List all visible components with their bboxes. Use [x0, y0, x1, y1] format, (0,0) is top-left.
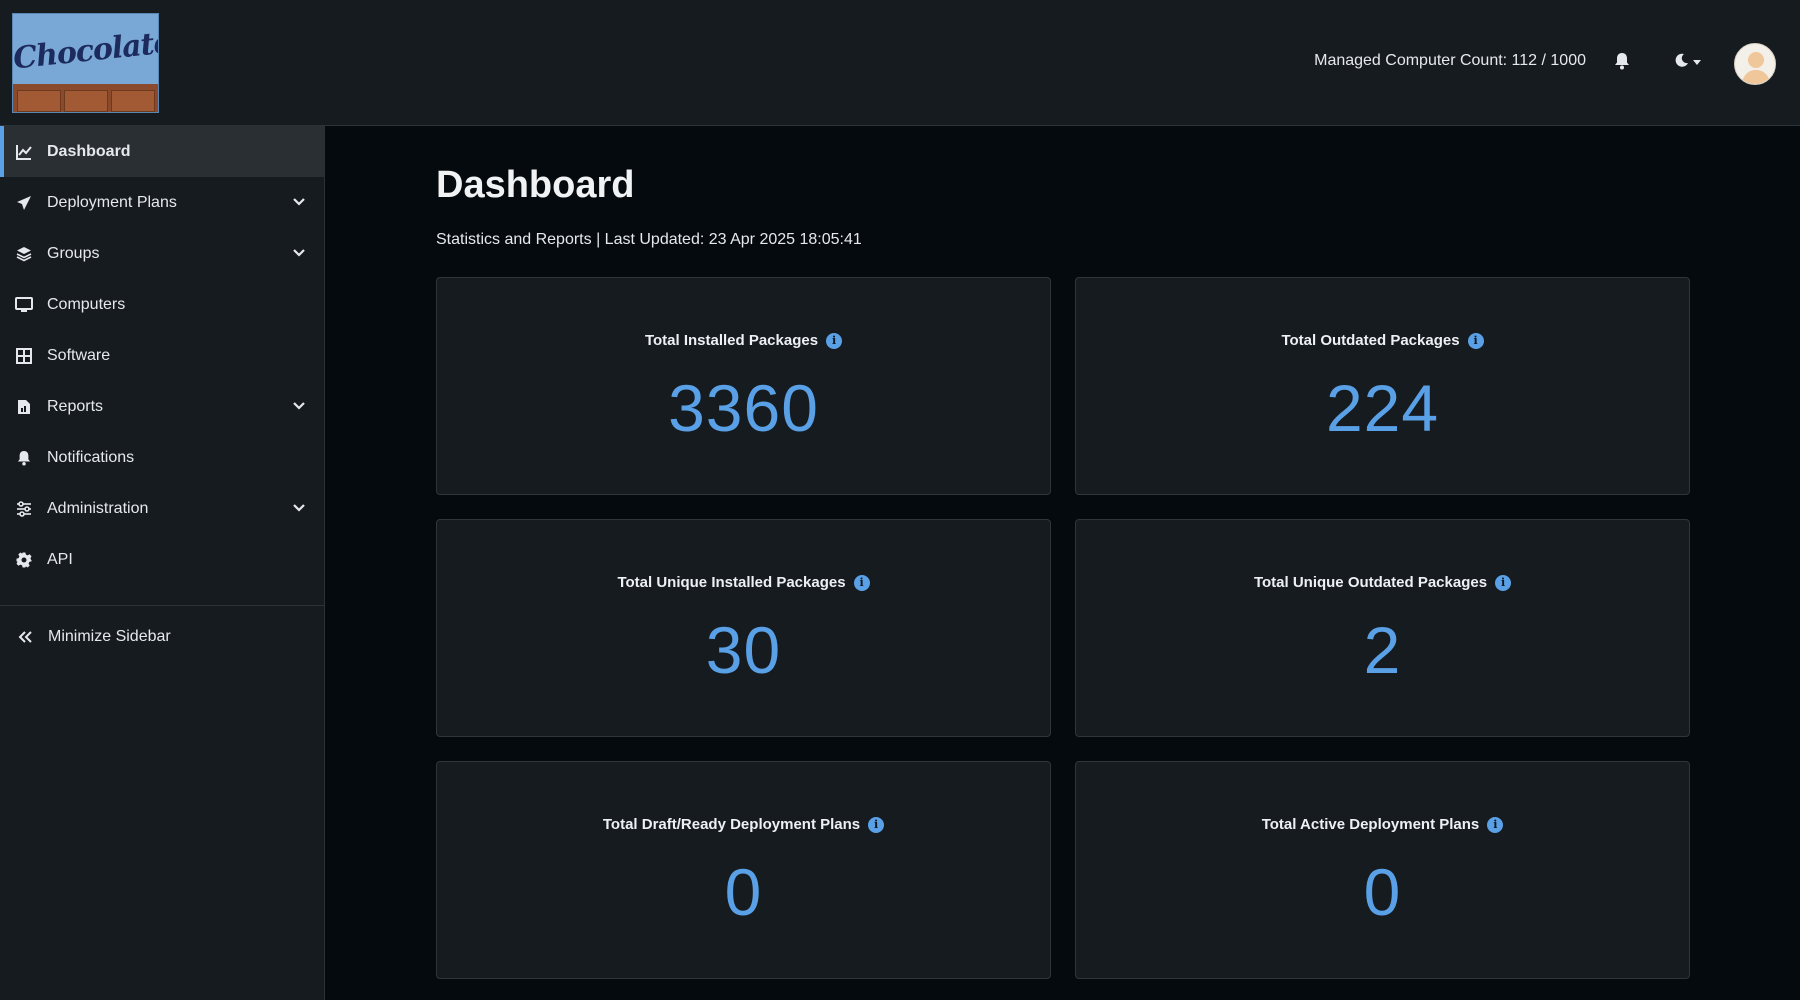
- chevron-down-icon[interactable]: [292, 195, 306, 209]
- sidebar-item-label: Notifications: [47, 448, 135, 466]
- info-icon[interactable]: i: [868, 816, 885, 833]
- moon-icon: [1675, 53, 1689, 72]
- paper-plane-icon: [15, 194, 33, 212]
- info-icon[interactable]: i: [853, 574, 870, 591]
- sidebar-item-label: Groups: [47, 244, 100, 262]
- stat-card-label: Total Unique Installed Packages i: [437, 574, 1050, 591]
- stat-card-total-unique-installed-packages: Total Unique Installed Packages i 30: [436, 519, 1051, 737]
- notifications-bell-icon[interactable]: [1614, 52, 1632, 72]
- sidebar-item-label: Deployment Plans: [47, 193, 177, 211]
- sidebar-item-administration[interactable]: Administration: [0, 483, 324, 534]
- chevron-down-icon[interactable]: [292, 399, 306, 413]
- sidebar-item-label: Reports: [47, 397, 104, 415]
- stat-card-total-installed-packages: Total Installed Packages i 3360: [436, 277, 1051, 495]
- caret-down-icon: [1693, 53, 1701, 71]
- stat-card-title: Total Draft/Ready Deployment Plans: [602, 816, 861, 833]
- top-header: Chocolatey Managed Computer Count: 112 /…: [0, 0, 1800, 126]
- stat-card-title: Total Unique Outdated Packages: [1253, 574, 1488, 591]
- managed-computer-count: Managed Computer Count: 112 / 1000: [1314, 52, 1586, 69]
- sidebar-item-label: Dashboard: [47, 142, 131, 160]
- stat-card-value: 224: [1325, 371, 1440, 445]
- sidebar-item-label: API: [47, 550, 73, 568]
- stat-card-total-draft-ready-deployment-plans: Total Draft/Ready Deployment Plans i 0: [436, 761, 1051, 979]
- stat-card-label: Total Active Deployment Plans i: [1076, 816, 1689, 833]
- logo-text: Chocolatey: [12, 23, 159, 77]
- sidebar-item-groups[interactable]: Groups: [0, 228, 324, 279]
- sidebar-item-computers[interactable]: Computers: [0, 279, 324, 330]
- stat-card-label: Total Draft/Ready Deployment Plans i: [437, 816, 1050, 833]
- stat-card-title: Total Installed Packages: [644, 332, 819, 349]
- stat-card-total-outdated-packages: Total Outdated Packages i 224: [1075, 277, 1690, 495]
- stat-card-label: Total Unique Outdated Packages i: [1076, 574, 1689, 591]
- chocolatey-logo[interactable]: Chocolatey: [12, 13, 159, 113]
- sidebar-item-label: Software: [47, 346, 111, 364]
- info-icon[interactable]: i: [1487, 816, 1504, 833]
- chevron-down-icon[interactable]: [292, 246, 306, 260]
- info-icon[interactable]: i: [826, 332, 843, 349]
- stat-card-value: 2: [1363, 613, 1402, 687]
- stat-card-total-active-deployment-plans: Total Active Deployment Plans i 0: [1075, 761, 1690, 979]
- layers-icon: [15, 245, 33, 263]
- minimize-sidebar-button[interactable]: Minimize Sidebar: [0, 606, 324, 668]
- gear-icon: [15, 551, 33, 569]
- logo-chocolate-bar: [13, 84, 158, 112]
- info-icon[interactable]: i: [1467, 332, 1484, 349]
- sidebar-item-deployment-plans[interactable]: Deployment Plans: [0, 177, 324, 228]
- page-subtitle: Statistics and Reports | Last Updated: 2…: [436, 231, 862, 248]
- stat-card-value: 3360: [668, 371, 819, 445]
- monitor-icon: [15, 296, 33, 314]
- sidebar: Dashboard Deployment Plans Groups Comput…: [0, 126, 325, 1000]
- stat-card-title: Total Active Deployment Plans: [1261, 816, 1480, 833]
- user-avatar[interactable]: [1734, 43, 1776, 85]
- sidebar-item-reports[interactable]: Reports: [0, 381, 324, 432]
- stat-card-label: Total Outdated Packages i: [1076, 332, 1689, 349]
- stat-card-total-unique-outdated-packages: Total Unique Outdated Packages i 2: [1075, 519, 1690, 737]
- chevron-down-icon[interactable]: [292, 501, 306, 515]
- grid-icon: [15, 347, 33, 365]
- sidebar-item-api[interactable]: API: [0, 534, 324, 585]
- sidebar-item-notifications[interactable]: Notifications: [0, 432, 324, 483]
- bell-icon: [15, 449, 33, 467]
- stat-card-value: 30: [705, 613, 782, 687]
- stat-card-label: Total Installed Packages i: [437, 332, 1050, 349]
- sidebar-item-software[interactable]: Software: [0, 330, 324, 381]
- minimize-sidebar-label: Minimize Sidebar: [48, 628, 171, 645]
- stat-card-value: 0: [1363, 855, 1402, 929]
- sidebar-item-label: Computers: [47, 295, 126, 313]
- chart-line-icon: [15, 143, 33, 161]
- page-title: Dashboard: [436, 164, 635, 206]
- report-file-icon: [15, 398, 33, 416]
- sliders-icon: [15, 500, 33, 518]
- stat-card-value: 0: [724, 855, 763, 929]
- sidebar-item-dashboard[interactable]: Dashboard: [0, 126, 324, 177]
- double-chevron-left-icon: [16, 628, 34, 646]
- stat-card-title: Total Unique Installed Packages: [617, 574, 846, 591]
- info-icon[interactable]: i: [1495, 574, 1512, 591]
- sidebar-item-label: Administration: [47, 499, 149, 517]
- stat-card-title: Total Outdated Packages: [1281, 332, 1460, 349]
- theme-toggle-dropdown[interactable]: [1675, 52, 1709, 72]
